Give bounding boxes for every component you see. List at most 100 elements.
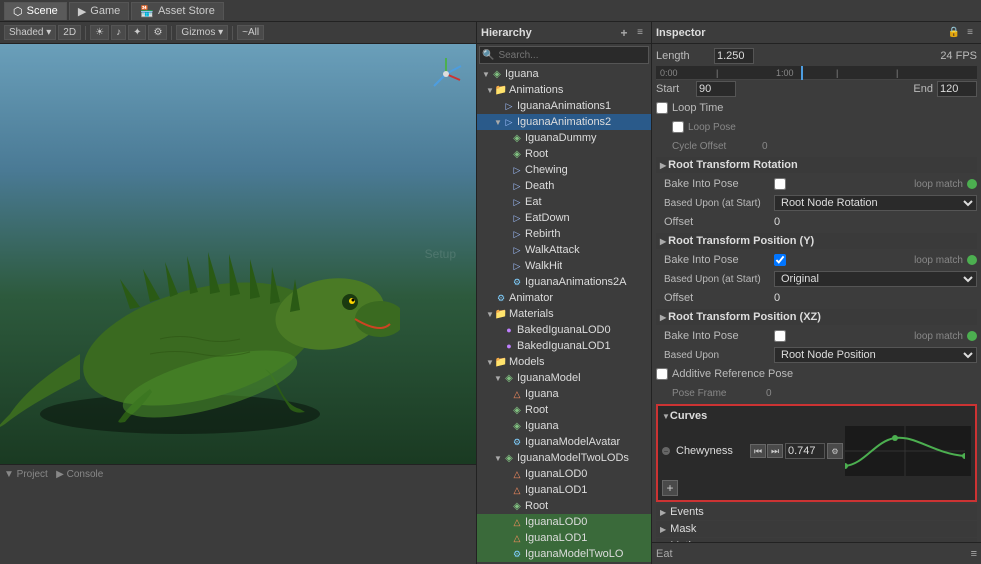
hierarchy-search-bar[interactable]: 🔍 bbox=[479, 46, 649, 64]
curves-next-button[interactable]: ⏭ bbox=[767, 444, 783, 458]
tree-item-root-1[interactable]: ◈ Root bbox=[477, 146, 651, 162]
tree-arrow bbox=[501, 517, 511, 527]
curves-graph[interactable] bbox=[845, 426, 971, 476]
tree-item-root-3[interactable]: ◈ Root bbox=[477, 498, 651, 514]
inspector-lock-button[interactable]: 🔒 bbox=[947, 26, 961, 40]
hierarchy-menu-button[interactable]: ≡ bbox=[633, 26, 647, 40]
mask-section[interactable]: ▶ Mask bbox=[656, 521, 977, 537]
tree-item-death[interactable]: ▷ Death bbox=[477, 178, 651, 194]
curves-settings-button[interactable]: ⚙ bbox=[827, 443, 843, 459]
gameobj-icon: ◈ bbox=[491, 68, 503, 80]
tree-item-chewing[interactable]: ▷ Chewing bbox=[477, 162, 651, 178]
tree-arrow bbox=[493, 325, 503, 335]
curves-section: ▼ Curves − Chewyness ⏮ ⏭ ⚙ bbox=[656, 404, 977, 502]
end-value[interactable] bbox=[937, 81, 977, 97]
root-position-y-header[interactable]: ▶ Root Transform Position (Y) bbox=[656, 233, 977, 249]
pos-y-based-upon-dropdown[interactable]: Original bbox=[774, 271, 977, 287]
tree-item-walkhit[interactable]: ▷ WalkHit bbox=[477, 258, 651, 274]
tree-item-iguanaanimations2[interactable]: ▼ ▷ IguanaAnimations2 bbox=[477, 114, 651, 130]
tree-item-iguanaanimations2a[interactable]: ⚙ IguanaAnimations2A bbox=[477, 274, 651, 290]
curves-header[interactable]: ▼ Curves bbox=[662, 410, 971, 422]
hierarchy-search-input[interactable] bbox=[494, 49, 648, 62]
pos-xz-based-upon-dropdown[interactable]: Root Node Position bbox=[774, 347, 977, 363]
rotation-bake-checkbox[interactable] bbox=[774, 178, 786, 190]
root-rotation-header[interactable]: ▶ Root Transform Rotation bbox=[656, 157, 977, 173]
tree-item-models[interactable]: ▼ 📁 Models bbox=[477, 354, 651, 370]
tab-scene[interactable]: ⬡ Scene bbox=[4, 2, 67, 20]
tree-item-animations[interactable]: ▼ 📁 Animations bbox=[477, 82, 651, 98]
tree-arrow bbox=[501, 181, 511, 191]
scene-toolbar: Shaded ▾ 2D ☀ ♪ ✦ ⚙ Gizmos ▾ ~All bbox=[0, 22, 476, 44]
tree-item-iguanamodeltwo[interactable]: ⚙ IguanaModelTwoLO bbox=[477, 546, 651, 562]
rotation-offset-label: Offset bbox=[664, 216, 774, 228]
tree-item-iguana-2[interactable]: ◈ Iguana bbox=[477, 418, 651, 434]
audio-button[interactable]: ♪ bbox=[111, 25, 126, 40]
scene-view[interactable]: Setup bbox=[0, 44, 476, 464]
folder-icon: 📁 bbox=[495, 308, 507, 320]
hierarchy-add-button[interactable]: + bbox=[617, 26, 631, 40]
script-icon: ⚙ bbox=[511, 436, 523, 448]
pos-xz-bake-checkbox[interactable] bbox=[774, 330, 786, 342]
curves-minus-button[interactable]: − bbox=[662, 447, 670, 455]
rotation-based-upon-dropdown[interactable]: Root Node Rotation bbox=[774, 195, 977, 211]
tree-arrow bbox=[501, 389, 511, 399]
tree-item-iguanamodeltwolods[interactable]: ▼ ◈ IguanaModelTwoLODs bbox=[477, 450, 651, 466]
tab-game[interactable]: ▶ Game bbox=[69, 2, 129, 20]
tree-item-eatdown[interactable]: ▷ EatDown bbox=[477, 210, 651, 226]
pos-xz-loop-match-dot bbox=[967, 331, 977, 341]
tree-item-rebirth[interactable]: ▷ Rebirth bbox=[477, 226, 651, 242]
tree-item-iguanamodel[interactable]: ▼ ◈ IguanaModel bbox=[477, 370, 651, 386]
tree-item-iguanadummy[interactable]: ◈ IguanaDummy bbox=[477, 130, 651, 146]
all-dropdown[interactable]: ~All bbox=[237, 25, 264, 40]
additive-pose-checkbox[interactable] bbox=[656, 368, 668, 380]
tree-item-iguanalod1-2[interactable]: △ IguanaLOD1 bbox=[477, 530, 651, 546]
shaded-dropdown[interactable]: Shaded ▾ bbox=[4, 25, 56, 40]
loop-time-checkbox[interactable] bbox=[656, 102, 668, 114]
tree-item-iguanaanimations1[interactable]: ▷ IguanaAnimations1 bbox=[477, 98, 651, 114]
events-section[interactable]: ▶ Events bbox=[656, 504, 977, 520]
tree-item-animator[interactable]: ⚙ Animator bbox=[477, 290, 651, 306]
tree-item-iguana-mesh[interactable]: △ Iguana bbox=[477, 386, 651, 402]
fps-label: 24 FPS bbox=[940, 50, 977, 62]
gizmos-dropdown[interactable]: Gizmos ▾ bbox=[176, 25, 228, 40]
tree-item-iguanaavatar[interactable]: ⚙ IguanaModelAvatar bbox=[477, 434, 651, 450]
gameobj-icon: ◈ bbox=[511, 420, 523, 432]
bottom-bar-menu-button[interactable]: ≡ bbox=[971, 548, 977, 560]
main-layout: Shaded ▾ 2D ☀ ♪ ✦ ⚙ Gizmos ▾ ~All bbox=[0, 22, 981, 564]
curves-value-input[interactable] bbox=[785, 443, 825, 459]
playhead-marker bbox=[801, 66, 803, 80]
tree-item-iguanalod0-2[interactable]: △ IguanaLOD0 bbox=[477, 514, 651, 530]
hierarchy-tree: ▼ ◈ Iguana ▼ 📁 Animations ▷ IguanaAnimat… bbox=[477, 66, 651, 564]
inspector-menu-button[interactable]: ≡ bbox=[963, 26, 977, 40]
curves-prev-button[interactable]: ⏮ bbox=[750, 444, 766, 458]
tab-asset-store[interactable]: 🏪 Asset Store bbox=[131, 2, 224, 20]
length-value[interactable] bbox=[714, 48, 754, 64]
curves-label: Curves bbox=[670, 410, 707, 422]
tree-item-eat[interactable]: ▷ Eat bbox=[477, 194, 651, 210]
scene-options[interactable]: ⚙ bbox=[148, 25, 167, 40]
loop-pose-checkbox[interactable] bbox=[672, 121, 684, 133]
tree-label: Chewing bbox=[525, 164, 568, 176]
tree-arrow bbox=[501, 421, 511, 431]
root-position-xz-header[interactable]: ▶ Root Transform Position (XZ) bbox=[656, 309, 977, 325]
pos-xz-bake-row: Bake Into Pose loop match bbox=[664, 327, 977, 345]
tree-item-iguanalod0-1[interactable]: △ IguanaLOD0 bbox=[477, 466, 651, 482]
rotation-offset-value: 0 bbox=[774, 216, 780, 228]
tree-item-iguanalod1-1[interactable]: △ IguanaLOD1 bbox=[477, 482, 651, 498]
tree-item-walkattack[interactable]: ▷ WalkAttack bbox=[477, 242, 651, 258]
curves-add-button[interactable]: + bbox=[662, 480, 678, 496]
start-value[interactable] bbox=[696, 81, 736, 97]
2d-button[interactable]: 2D bbox=[58, 25, 81, 40]
pos-y-bake-checkbox[interactable] bbox=[774, 254, 786, 266]
tree-item-iguana[interactable]: ▼ ◈ Iguana bbox=[477, 66, 651, 82]
tree-label: BakedIguanaLOD1 bbox=[517, 340, 611, 352]
fx-button[interactable]: ✦ bbox=[128, 25, 146, 40]
axis-gizmo[interactable] bbox=[426, 54, 466, 94]
tree-arrow bbox=[501, 533, 511, 543]
light-button[interactable]: ☀ bbox=[90, 25, 109, 40]
tree-item-root-2[interactable]: ◈ Root bbox=[477, 402, 651, 418]
tree-item-materials[interactable]: ▼ 📁 Materials bbox=[477, 306, 651, 322]
tree-item-bakediguanalod0[interactable]: ● BakedIguanaLOD0 bbox=[477, 322, 651, 338]
tree-item-bakediguanalod1[interactable]: ● BakedIguanaLOD1 bbox=[477, 338, 651, 354]
ruler-mark-4: | bbox=[896, 68, 898, 78]
